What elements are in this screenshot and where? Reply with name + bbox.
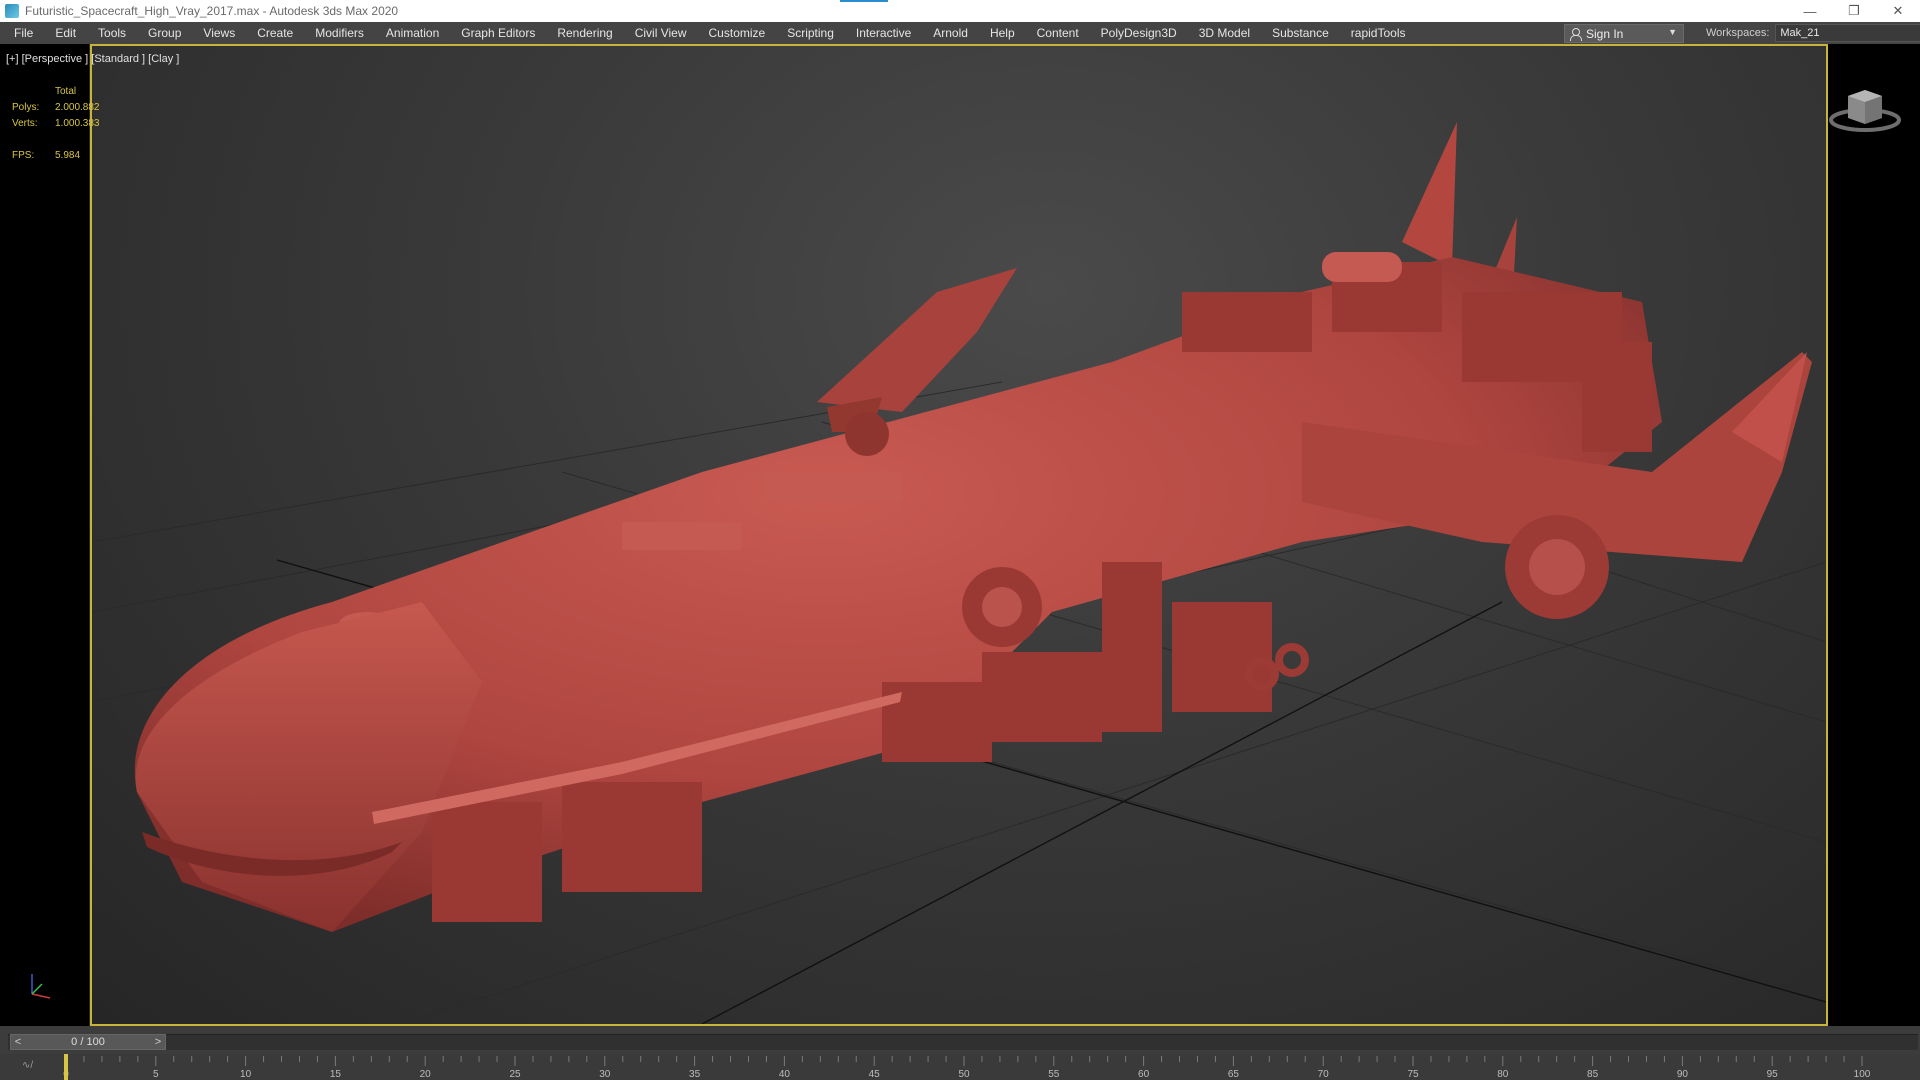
- workspaces-label: Workspaces:: [1706, 27, 1770, 39]
- frame-tick-label: 65: [1228, 1069, 1240, 1080]
- close-icon[interactable]: ✕: [1876, 0, 1920, 22]
- menu-civil-view[interactable]: Civil View: [624, 22, 698, 44]
- menu-modifiers[interactable]: Modifiers: [304, 22, 375, 44]
- menu-interactive[interactable]: Interactive: [845, 22, 922, 44]
- menu-substance[interactable]: Substance: [1261, 22, 1340, 44]
- frame-tick-label: 55: [1048, 1069, 1060, 1080]
- frame-tick-label: 90: [1677, 1069, 1689, 1080]
- menu-animation[interactable]: Animation: [375, 22, 450, 44]
- frame-tick-label: 80: [1497, 1069, 1509, 1080]
- frame-tick-label: 85: [1587, 1069, 1599, 1080]
- sign-in-button[interactable]: Sign In ▼: [1564, 24, 1684, 43]
- menu-create[interactable]: Create: [246, 22, 304, 44]
- viewcube-icon[interactable]: [1828, 82, 1908, 142]
- menu-group[interactable]: Group: [137, 22, 192, 44]
- menu-views[interactable]: Views: [192, 22, 246, 44]
- stats-polys-value: 2.000.882: [55, 102, 100, 113]
- frame-ruler: 0510152025303540455055606570758085909510…: [63, 1054, 1871, 1080]
- frame-tick-label: 5: [153, 1069, 159, 1080]
- menu-scripting[interactable]: Scripting: [776, 22, 845, 44]
- viewport-statistics: Total Polys: 2.000.882 Verts: 1.000.383 FP…: [12, 84, 100, 164]
- frame-tick-label: 70: [1318, 1069, 1330, 1080]
- menu-content[interactable]: Content: [1026, 22, 1090, 44]
- curve-editor-icon[interactable]: ∿/: [22, 1060, 33, 1071]
- workspaces: Workspaces: Mak_21 ▼: [1706, 22, 1920, 44]
- app-icon: [5, 4, 19, 18]
- menu-customize[interactable]: Customize: [698, 22, 777, 44]
- chevron-down-icon: ▼: [1668, 27, 1677, 37]
- frame-tick-label: 50: [958, 1069, 970, 1080]
- perspective-viewport[interactable]: [90, 44, 1828, 1026]
- frame-tick-label: 30: [599, 1069, 611, 1080]
- menu-polydesign3d[interactable]: PolyDesign3D: [1090, 22, 1188, 44]
- menu-rapidtools[interactable]: rapidTools: [1340, 22, 1417, 44]
- menu-help[interactable]: Help: [979, 22, 1026, 44]
- stats-polys-label: Polys:: [12, 102, 40, 113]
- axis-tripod-icon: [31, 974, 51, 999]
- left-panel: [0, 44, 90, 1026]
- frame-tick-label: 20: [420, 1069, 432, 1080]
- spacecraft-model: [134, 122, 1812, 932]
- stats-fps-label: FPS:: [12, 150, 35, 161]
- frame-tick-label: 60: [1138, 1069, 1150, 1080]
- workspace-select[interactable]: Mak_21 ▼: [1775, 24, 1920, 42]
- stats-fps-value: 5.984: [55, 150, 81, 161]
- prev-frame-button[interactable]: <: [11, 1036, 25, 1048]
- focus-indicator: [840, 0, 888, 2]
- stats-verts-label: Verts:: [12, 118, 38, 129]
- menu-rendering[interactable]: Rendering: [546, 22, 623, 44]
- menu-3d-model[interactable]: 3D Model: [1188, 22, 1261, 44]
- frame-tick-label: 10: [240, 1069, 252, 1080]
- restore-icon[interactable]: ❐: [1832, 0, 1876, 22]
- frame-tick-label: 95: [1767, 1069, 1779, 1080]
- stats-total-label: Total: [55, 86, 77, 97]
- frame-tick-label: 35: [689, 1069, 701, 1080]
- right-panel: [1828, 44, 1920, 1026]
- menu-file[interactable]: File: [0, 22, 44, 44]
- frame-tick-label: 45: [869, 1069, 881, 1080]
- frame-tick-label: 75: [1407, 1069, 1419, 1080]
- frame-tick-label: 15: [330, 1069, 342, 1080]
- stats-verts-value: 1.000.383: [55, 118, 100, 129]
- menu-arnold[interactable]: Arnold: [922, 22, 979, 44]
- viewport-label[interactable]: [+] [Perspective ] [Standard ] [Clay ]: [6, 53, 179, 65]
- sign-in-label: Sign In: [1586, 26, 1624, 41]
- viewport-scene: [92, 122, 1826, 1024]
- menu-tools[interactable]: Tools: [87, 22, 137, 44]
- frame-tick-label: 25: [509, 1069, 521, 1080]
- menu-graph-editors[interactable]: Graph Editors: [450, 22, 546, 44]
- frame-tick-label: 100: [1854, 1069, 1871, 1080]
- title-bar: Futuristic_Spacecraft_High_Vray_2017.max…: [0, 0, 1920, 22]
- next-frame-button[interactable]: >: [151, 1036, 165, 1048]
- current-frame-marker[interactable]: [64, 1054, 68, 1080]
- trackbar[interactable]: 0510152025303540455055606570758085909510…: [0, 1054, 1920, 1080]
- time-slider-thumb[interactable]: < 0 / 100 >: [10, 1034, 166, 1050]
- menu-edit[interactable]: Edit: [44, 22, 87, 44]
- window-title: Futuristic_Spacecraft_High_Vray_2017.max…: [25, 4, 399, 18]
- frame-display: 0 / 100: [71, 1036, 105, 1048]
- time-slider-track[interactable]: [8, 1034, 1918, 1050]
- user-icon: [1569, 27, 1582, 41]
- frame-tick-label: 40: [779, 1069, 791, 1080]
- minimize-icon[interactable]: —: [1788, 0, 1832, 22]
- workspace-value: Mak_21: [1780, 27, 1820, 39]
- time-slider-panel: < 0 / 100 > 0510152025303540455055606570…: [0, 1026, 1920, 1080]
